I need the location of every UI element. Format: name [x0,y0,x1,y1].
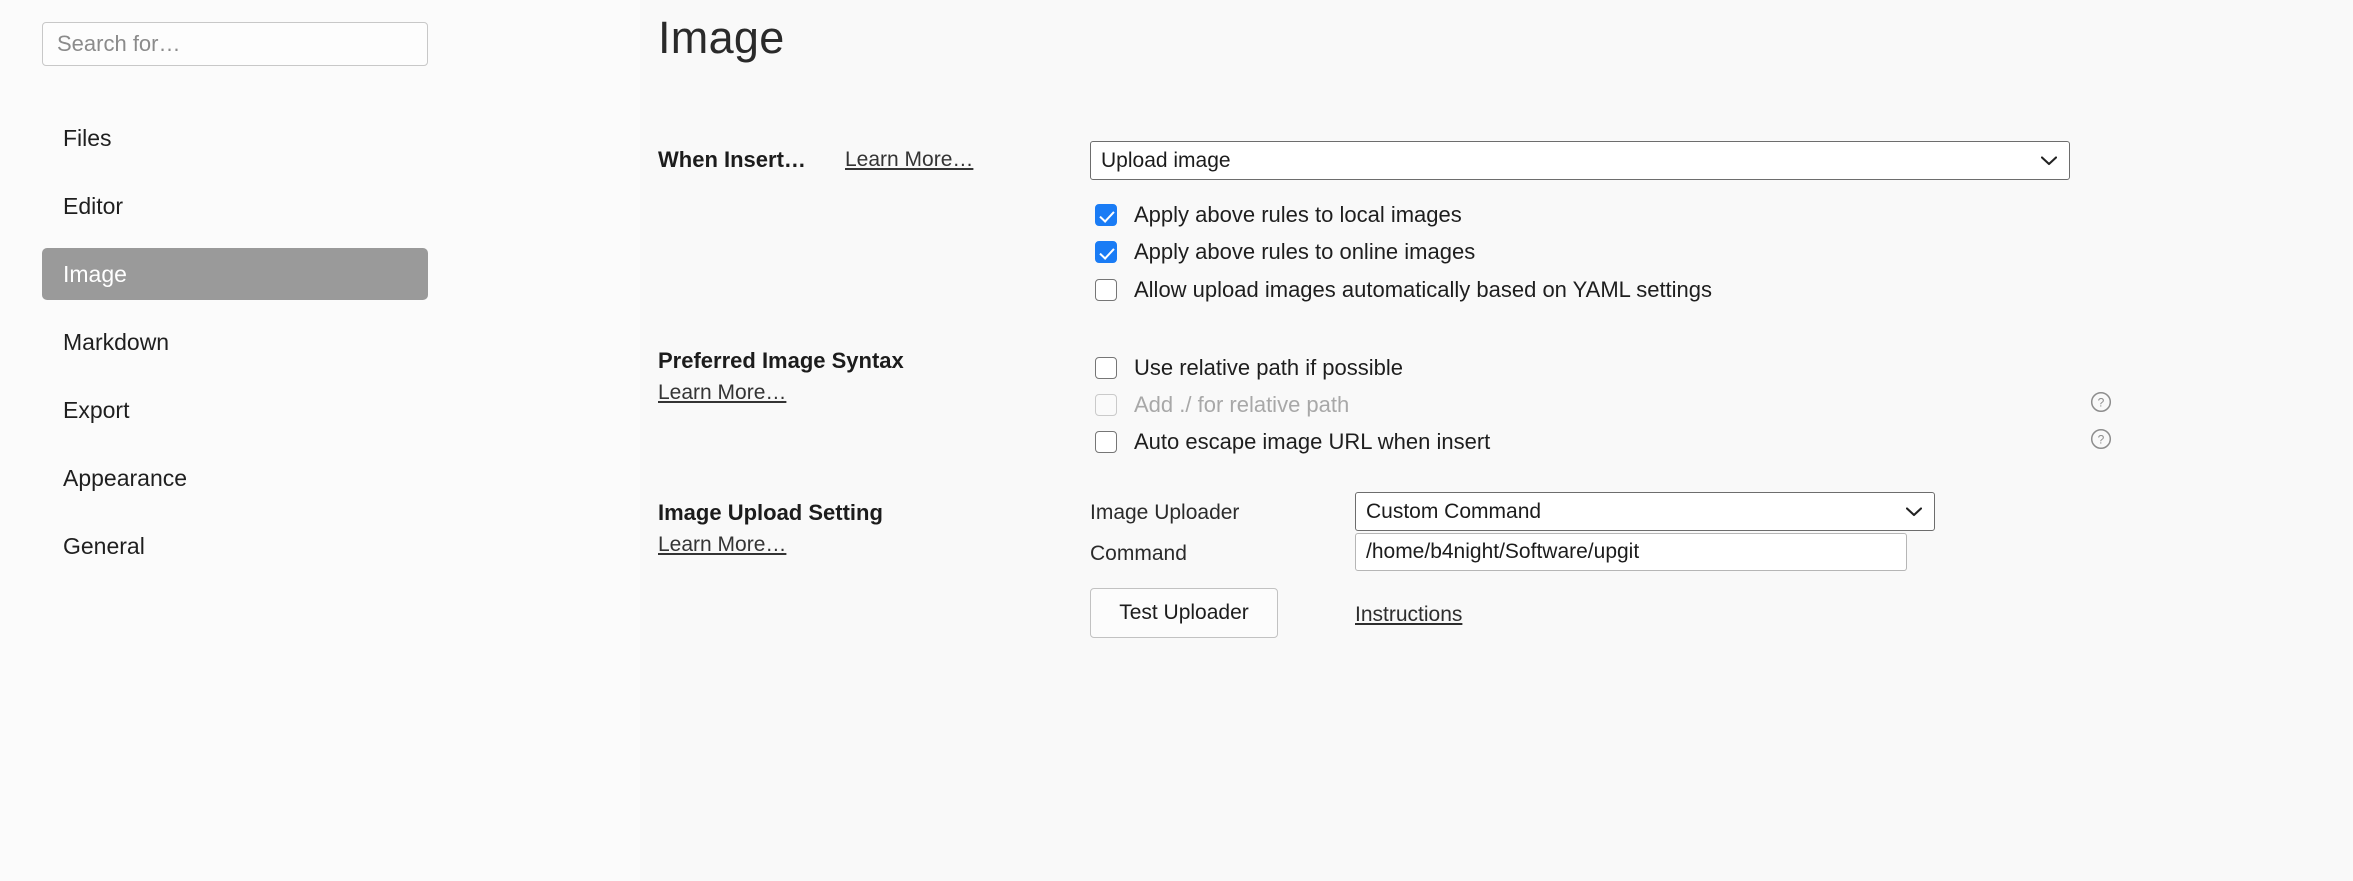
sidebar-item-label: General [63,532,145,559]
learn-more-link-when-insert[interactable]: Learn More… [845,148,973,172]
sidebar-item-export[interactable]: Export [42,384,428,436]
test-uploader-button[interactable]: Test Uploader [1090,588,1278,638]
sidebar-item-appearance[interactable]: Appearance [42,452,428,504]
checkbox-row-use-relative-path[interactable]: Use relative path if possible [1095,353,1403,383]
checkbox-apply-local[interactable] [1095,204,1117,226]
search-input[interactable] [42,22,428,66]
test-uploader-button-label: Test Uploader [1119,601,1249,624]
svg-text:?: ? [2098,433,2105,447]
image-uploader-select-value: Custom Command [1366,499,1542,523]
checkbox-row-allow-yaml-upload[interactable]: Allow upload images automatically based … [1095,275,1712,305]
sidebar-item-label: Markdown [63,328,170,355]
checkbox-label: Add ./ for relative path [1134,392,1350,417]
sidebar-item-general[interactable]: General [42,520,428,572]
settings-main-panel: Image When Insert… Learn More… Upload im… [640,0,2353,881]
sidebar-item-files[interactable]: Files [42,112,428,164]
checkbox-allow-yaml-upload[interactable] [1095,279,1117,301]
sidebar-item-image[interactable]: Image [42,248,428,300]
insert-behavior-select-value: Upload image [1101,148,1231,172]
search-box [42,22,428,66]
sidebar-item-label: Editor [63,192,124,219]
instructions-link[interactable]: Instructions [1355,603,1462,627]
checkbox-label: Allow upload images automatically based … [1134,277,1713,302]
svg-text:?: ? [2098,396,2105,410]
sidebar-item-label: Export [63,396,130,423]
settings-window: Files Editor Image Markdown Export Appea… [0,0,2353,881]
page-title: Image [658,12,785,63]
checkbox-label: Apply above rules to local images [1134,202,1462,227]
sidebar-nav: Files Editor Image Markdown Export Appea… [42,112,428,588]
command-label: Command [1090,542,1187,565]
section-label-preferred-syntax: Preferred Image Syntax [658,348,904,373]
checkbox-apply-online[interactable] [1095,241,1117,263]
question-mark-circle-icon[interactable]: ? [2090,428,2112,450]
checkbox-label: Use relative path if possible [1134,355,1404,380]
command-input[interactable] [1355,533,1907,571]
image-uploader-select[interactable]: Custom Command [1355,492,1935,531]
checkbox-row-auto-escape-url[interactable]: Auto escape image URL when insert [1095,427,1490,457]
chevron-down-icon [2041,155,2057,166]
checkbox-row-apply-local[interactable]: Apply above rules to local images [1095,200,1462,230]
section-label-when-insert: When Insert… [658,147,806,172]
sidebar-item-markdown[interactable]: Markdown [42,316,428,368]
checkbox-row-apply-online[interactable]: Apply above rules to online images [1095,237,1475,267]
image-uploader-label: Image Uploader [1090,501,1240,524]
question-mark-circle-icon[interactable]: ? [2090,391,2112,413]
learn-more-link-preferred-syntax[interactable]: Learn More… [658,381,786,405]
sidebar-item-label: Files [63,124,112,151]
checkbox-auto-escape-url[interactable] [1095,431,1117,453]
settings-sidebar: Files Editor Image Markdown Export Appea… [0,0,640,881]
sidebar-item-editor[interactable]: Editor [42,180,428,232]
learn-more-link-image-upload[interactable]: Learn More… [658,533,786,557]
sidebar-item-label: Appearance [63,464,188,491]
checkbox-use-relative-path[interactable] [1095,357,1117,379]
checkbox-row-add-dot-slash: Add ./ for relative path [1095,390,1349,420]
insert-behavior-select[interactable]: Upload image [1090,141,2070,180]
checkbox-add-dot-slash [1095,394,1117,416]
checkbox-label: Apply above rules to online images [1134,239,1476,264]
checkbox-label: Auto escape image URL when insert [1134,429,1491,454]
chevron-down-icon [1906,506,1922,517]
section-label-image-upload: Image Upload Setting [658,500,883,525]
sidebar-item-label: Image [63,260,127,287]
